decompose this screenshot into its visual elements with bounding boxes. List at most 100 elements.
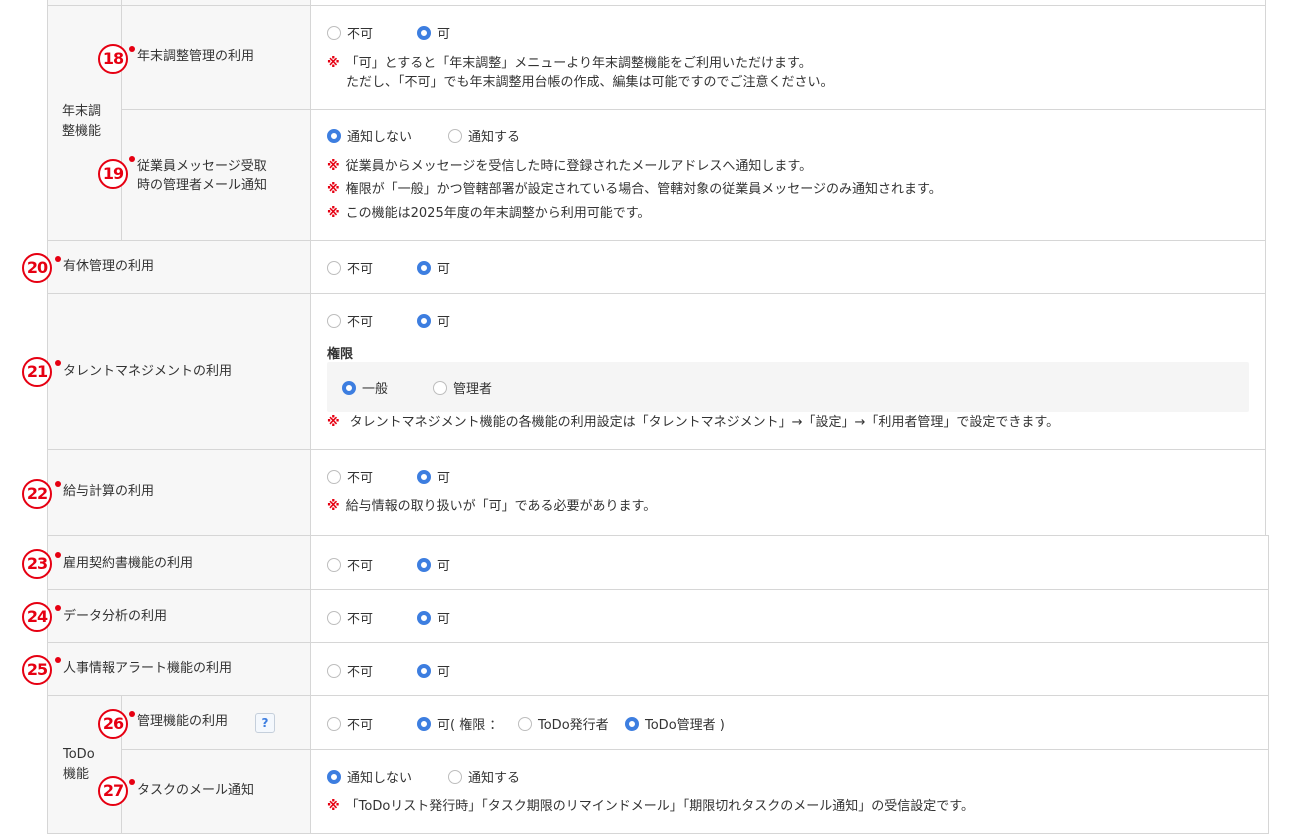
row18-radio-no[interactable]: 不可 [327,23,373,42]
radio-label: 可 [437,559,451,574]
group-todo-label: ToDo機能 [63,747,95,782]
radio-label: 通知しない [347,771,413,786]
radio-icon [327,663,341,678]
radio-icon [327,469,341,484]
row22-number-badge: 22 [22,479,52,509]
row26-radio-role-issuer[interactable]: ToDo発行者 [518,714,609,733]
row22-label: 給与計算の利用 [63,484,155,499]
row18-number-badge: 18 [98,44,128,74]
row25-label: 人事情報アラート機能の利用 [63,661,233,676]
row20-required-dot [55,256,61,262]
row25-radio-no[interactable]: 不可 [327,661,373,680]
row27-label: タスクのメール通知 [137,783,255,798]
row21-label: タレントマネジメントの利用 [63,364,233,379]
row27-radio-notify-yes[interactable]: 通知する [448,767,520,786]
row18-note-1: ※ 「可」とすると「年末調整」メニューより年末調整機能をご利用いただけます。 [327,54,812,73]
radio-label: 可 [437,471,451,486]
row-border [121,749,1269,750]
table-right-border-bottom [1268,535,1269,834]
radio-icon [433,380,447,395]
row24-radio-no[interactable]: 不可 [327,608,373,627]
radio-label: 可 [437,262,451,277]
row26-radio-role-admin[interactable]: ToDo管理者 ) [625,714,725,733]
radio-label: 不可 [347,559,374,574]
note-mark: ※ [327,56,340,71]
radio-checked-icon [327,769,341,784]
row19-radio-notify-no[interactable]: 通知しない [327,126,412,145]
row-border [47,695,1269,696]
radio-checked-icon [417,663,431,678]
row26-required-dot [129,711,135,717]
row21-note: ※ タレントマネジメント機能の各機能の利用設定は「タレントマネジメント」→「設定」… [327,413,1059,432]
radio-icon [448,769,462,784]
radio-label: 不可 [347,27,374,42]
radio-label: 可 [437,612,451,627]
radio-label: 不可 [347,315,374,330]
radio-icon [327,610,341,625]
radio-checked-icon [417,313,431,328]
row23-label: 雇用契約書機能の利用 [63,556,194,571]
radio-label: 通知する [468,771,521,786]
row24-radio-yes[interactable]: 可 [417,608,450,627]
row-border [47,833,1269,834]
row20-radio-yes[interactable]: 可 [417,258,450,277]
note-text: 「可」とすると「年末調整」メニューより年末調整機能をご利用いただけます。 [345,56,812,71]
row22-radio-no[interactable]: 不可 [327,467,373,486]
radio-label: 不可 [347,262,374,277]
row-border [47,642,1269,643]
row20-radio-no[interactable]: 不可 [327,258,373,277]
group-year-end-divider [121,0,122,240]
row24-number-badge: 24 [22,602,52,632]
radio-icon [327,25,341,40]
table-right-border-top [1265,0,1266,535]
row21-radio-perm-admin[interactable]: 管理者 [433,378,492,397]
row22-radio-yes[interactable]: 可 [417,467,450,486]
row19-number-badge: 19 [98,159,128,189]
radio-checked-icon [417,557,431,572]
row19-note-1: ※ 従業員からメッセージを受信した時に登録されたメールアドレスへ通知します。 [327,157,812,176]
note-mark: ※ [327,499,340,514]
radio-label: 不可 [347,612,374,627]
row21-radio-perm-general[interactable]: 一般 [342,378,388,397]
radio-label: 可 [437,27,451,42]
row22-required-dot [55,481,61,487]
radio-icon [327,716,341,731]
row18-required-dot [129,46,135,52]
radio-label: 通知する [468,130,521,145]
row19-radio-notify-yes[interactable]: 通知する [448,126,520,145]
row21-permission-title: 権限 [327,347,354,362]
row21-required-dot [55,360,61,366]
row26-radio-no[interactable]: 不可 [327,714,373,733]
radio-label: 一般 [362,382,389,397]
row26-help-icon[interactable]: ? [255,713,275,733]
row26-number-badge: 26 [98,709,128,739]
row23-number-badge: 23 [22,549,52,579]
row21-radio-no[interactable]: 不可 [327,311,373,330]
row18-label: 年末調整管理の利用 [137,49,255,64]
row20-label: 有休管理の利用 [63,259,155,274]
row18-radio-yes[interactable]: 可 [417,23,450,42]
note-mark: ※ [327,182,340,197]
row27-number-badge: 27 [98,776,128,806]
row23-radio-no[interactable]: 不可 [327,555,373,574]
note-mark: ※ [327,159,340,174]
row27-note: ※ 「ToDoリスト発行時」「タスク期限のリマインドメール」「期限切れタスクのメー… [327,797,974,816]
row26-radio-yes[interactable]: 可( 権限 ： [417,714,502,733]
row-border [47,293,1266,294]
label-value-divider [310,0,311,834]
row25-radio-yes[interactable]: 可 [417,661,450,680]
row19-required-dot [129,156,135,162]
note-mark: ※ [327,415,340,430]
radio-label: 可 [437,315,451,330]
note-text: この機能は2025年度の年末調整から利用可能です。 [345,206,651,221]
row21-radio-yes[interactable]: 可 [417,311,450,330]
radio-label: 可( 権限 ： [437,718,503,733]
radio-checked-icon [327,128,341,143]
radio-checked-icon [417,610,431,625]
row27-radio-notify-no[interactable]: 通知しない [327,767,412,786]
row23-radio-yes[interactable]: 可 [417,555,450,574]
row-border [47,5,1266,6]
radio-checked-icon [417,25,431,40]
radio-label: 管理者 [453,382,493,397]
row25-required-dot [55,657,61,663]
